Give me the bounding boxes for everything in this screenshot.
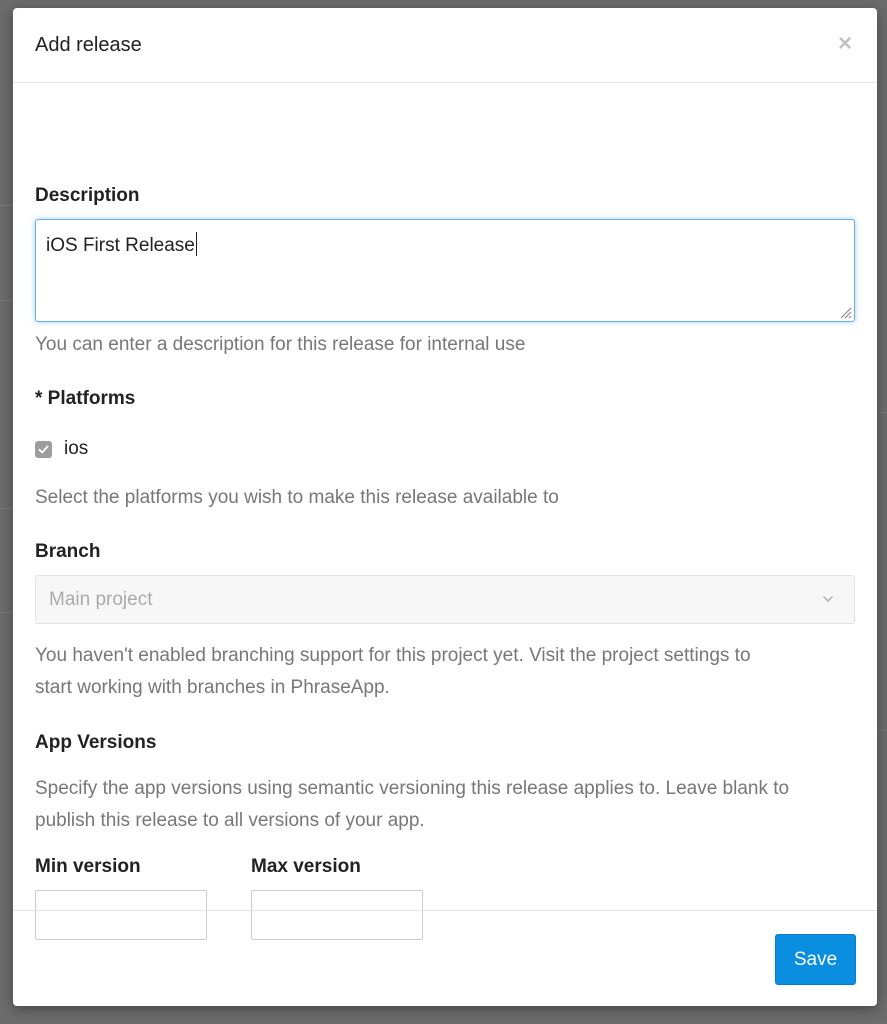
platforms-label: * Platforms xyxy=(35,388,136,409)
branch-help-line-1: You haven't enabled branching support fo… xyxy=(35,645,751,666)
branch-select-value: Main project xyxy=(49,589,153,610)
resize-grip-icon[interactable] xyxy=(838,305,852,319)
description-textarea[interactable]: iOS First Release xyxy=(35,219,855,322)
background-divider xyxy=(878,412,887,413)
platforms-help: Select the platforms you wish to make th… xyxy=(35,487,559,508)
branch-label: Branch xyxy=(35,541,101,562)
save-button[interactable]: Save xyxy=(775,934,856,985)
app-versions-help-line-2: publish this release to all versions of … xyxy=(35,810,425,831)
description-value: iOS First Release xyxy=(46,232,197,257)
close-icon[interactable]: × xyxy=(833,30,857,58)
chevron-down-icon xyxy=(823,596,833,602)
max-version-label: Max version xyxy=(251,856,361,877)
modal-footer: Save xyxy=(13,910,877,1006)
text-caret xyxy=(195,232,197,256)
ios-checkbox-label: ios xyxy=(64,438,89,459)
check-icon xyxy=(38,445,49,453)
modal-header: Add release × xyxy=(13,8,877,83)
description-label: Description xyxy=(35,185,140,206)
platform-option-ios[interactable]: ios xyxy=(35,438,88,460)
background-divider xyxy=(0,612,14,613)
app-versions-help-line-1: Specify the app versions using semantic … xyxy=(35,778,790,799)
branch-select[interactable]: Main project xyxy=(35,575,855,624)
background-divider xyxy=(0,300,14,301)
branch-help-line-2: start working with branches in PhraseApp… xyxy=(35,677,390,698)
add-release-modal: Add release × Description iOS First Rele… xyxy=(13,8,877,1006)
modal-title: Add release xyxy=(35,33,142,56)
description-help: You can enter a description for this rel… xyxy=(35,334,526,355)
background-divider xyxy=(0,508,14,509)
background-divider xyxy=(878,730,887,731)
min-version-label: Min version xyxy=(35,856,141,877)
app-versions-label: App Versions xyxy=(35,732,157,753)
modal-body: Description iOS First Release You can en… xyxy=(13,83,877,940)
background-divider xyxy=(0,205,14,206)
ios-checkbox[interactable] xyxy=(35,440,52,458)
